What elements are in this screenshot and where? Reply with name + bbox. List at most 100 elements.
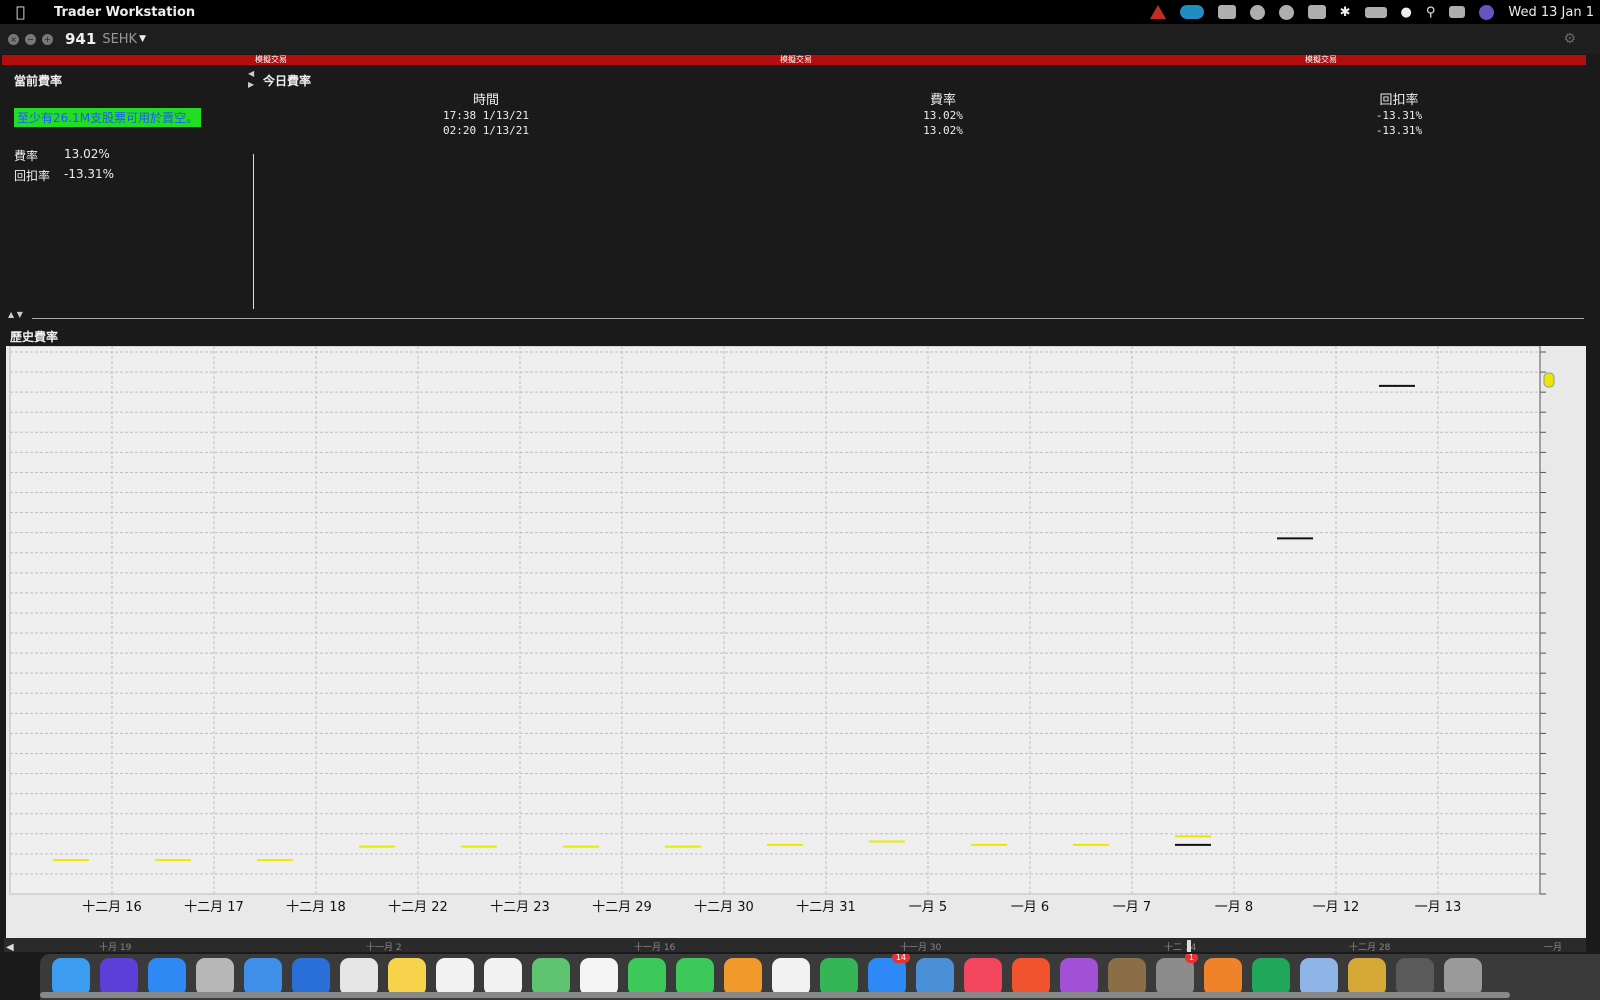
crypto-app-icon[interactable] <box>1204 958 1242 996</box>
x-tick-label: 十二月 31 <box>796 900 856 915</box>
navigator-handle[interactable] <box>1187 940 1191 952</box>
fee-row: 費率 13.02% <box>14 147 110 164</box>
navigator-label: 十一月 16 <box>634 941 676 953</box>
x-tick-label: 一月 8 <box>1215 900 1253 915</box>
screen-app-icon[interactable] <box>1300 958 1338 996</box>
minimize-icon[interactable]: − <box>25 33 36 45</box>
zoom-icon[interactable]: + <box>42 33 53 45</box>
fee-label: 費率 <box>14 149 39 163</box>
app-store-icon[interactable]: 14 <box>868 954 910 996</box>
wifi-icon[interactable]: ● <box>1401 5 1412 20</box>
play-icon[interactable] <box>1278 4 1294 20</box>
sim-label-3: 模擬交易 <box>1305 55 1337 64</box>
x-tick-label: 十二月 23 <box>490 900 550 915</box>
chrome-icon[interactable] <box>340 958 378 996</box>
airdrop-icon[interactable] <box>292 958 330 996</box>
photos-icon[interactable] <box>580 958 618 996</box>
acrobat-icon[interactable] <box>772 958 810 996</box>
plot-area <box>9 345 1541 895</box>
menu-bar:  Trader Workstation ✱ ● ⚲ Wed 13 Jan 1 <box>0 0 1600 24</box>
panel-toggle-arrows[interactable]: ◀ ▶ <box>248 68 254 90</box>
chevron-down-icon[interactable]: ▼ <box>139 34 146 44</box>
panel-divider[interactable] <box>253 154 254 309</box>
battery-icon[interactable] <box>1364 6 1387 18</box>
navigator-label: 十二 14 <box>1164 941 1197 953</box>
x-tick-label: 一月 12 <box>1313 900 1360 915</box>
chart-navigator[interactable]: 十月 19 十一月 2 十一月 16 十一月 30 十二 14 十二月 28 一月 ◀ <box>4 938 1586 953</box>
x-tick-label: 一月 7 <box>1113 900 1151 915</box>
bluetooth-icon[interactable]: ✱ <box>1340 5 1351 20</box>
splitter-arrows[interactable]: ▲ ▼ <box>8 310 23 319</box>
system-preferences-icon[interactable]: 1 <box>1156 954 1198 996</box>
x-tick-label: 十二月 22 <box>388 900 448 915</box>
notes-icon[interactable] <box>388 958 426 996</box>
gear-icon[interactable]: ⚙ <box>1563 31 1576 47</box>
app-name-menu[interactable]: Trader Workstation <box>54 5 195 20</box>
evernote-icon[interactable] <box>1252 958 1290 996</box>
reminders-icon[interactable] <box>484 958 522 996</box>
maps-icon[interactable] <box>532 958 570 996</box>
navigator-label: 十二月 28 <box>1349 941 1391 953</box>
rebate-cell: -13.31% <box>1375 109 1423 122</box>
notification-badge: 1 <box>1184 954 1198 963</box>
search-icon[interactable]: ⚲ <box>1426 5 1436 20</box>
sim-label-1: 模擬交易 <box>255 55 287 64</box>
keynote-icon[interactable] <box>724 958 762 996</box>
rebate-header[interactable]: 回扣率 <box>1319 89 1479 108</box>
music-icon[interactable] <box>964 958 1002 996</box>
x-tick-label: 一月 13 <box>1415 900 1462 915</box>
record-icon[interactable] <box>1217 5 1236 19</box>
apple-icon[interactable]:  <box>16 3 44 21</box>
panel-splitter[interactable] <box>32 318 1584 319</box>
x-tick-label: 十二月 16 <box>82 900 142 915</box>
x-tick-label: 十二月 18 <box>286 900 346 915</box>
current-value-marker <box>1543 372 1555 388</box>
finder-icon[interactable] <box>52 958 90 996</box>
messages-icon[interactable] <box>676 958 714 996</box>
navigator-label: 十一月 30 <box>900 941 942 953</box>
navigator-label: 十一月 2 <box>366 941 402 953</box>
exchange-label[interactable]: SEHK <box>102 32 137 47</box>
window-icon[interactable] <box>1396 958 1434 996</box>
history-chart-svg[interactable]: 十二月 16 十二月 17 十二月 18 十二月 22 十二月 23 十二月 29 十二月 … <box>6 345 1586 938</box>
history-chart[interactable]: 十二月 16 十二月 17 十二月 18 十二月 22 十二月 23 十二月 29 十二月 … <box>6 345 1586 938</box>
podcasts-icon[interactable] <box>1060 958 1098 996</box>
coins-icon[interactable] <box>1348 958 1386 996</box>
symbol-label[interactable]: 941 <box>65 30 96 48</box>
facetime-icon[interactable] <box>628 958 666 996</box>
time-cell: 17:38 1/13/21 <box>442 109 530 122</box>
safari-icon[interactable] <box>148 958 186 996</box>
launchpad-icon[interactable] <box>196 958 234 996</box>
siri-icon[interactable] <box>100 958 138 996</box>
calendar-icon[interactable] <box>436 958 474 996</box>
utility-icon[interactable] <box>1108 958 1146 996</box>
rebate-row: 回扣率 -13.31% <box>14 167 114 184</box>
current-rate-title: 當前費率 <box>14 74 63 88</box>
fee-header[interactable]: 費率 <box>863 89 1023 108</box>
shazam-icon[interactable] <box>1249 4 1265 20</box>
numbers-icon[interactable] <box>820 958 858 996</box>
mail-icon[interactable] <box>244 958 282 996</box>
menu-clock[interactable]: Wed 13 Jan 1 <box>1508 5 1594 20</box>
dock-scrollbar <box>40 992 1510 998</box>
rebate-cell: -13.31% <box>1375 124 1423 137</box>
vpn-icon[interactable] <box>1179 5 1204 19</box>
notification-badge: 14 <box>891 954 910 963</box>
x-tick-label: 十二月 30 <box>694 900 754 915</box>
rebate-value: -13.31% <box>64 167 115 181</box>
control-center-icon[interactable] <box>1449 6 1466 18</box>
brave-icon[interactable] <box>1012 958 1050 996</box>
time-header[interactable]: 時間 <box>406 89 566 108</box>
siri-icon[interactable] <box>1479 4 1495 20</box>
simulated-trading-bar: 模擬交易 模擬交易 模擬交易 <box>2 55 1586 65</box>
navigator-left-arrow-icon[interactable]: ◀ <box>6 942 14 953</box>
warning-icon[interactable] <box>1149 5 1166 19</box>
rebate-column: 回扣率 -13.31% -13.31% <box>1319 89 1479 138</box>
trash-icon[interactable] <box>1444 958 1482 996</box>
navigator-svg[interactable]: 十月 19 十一月 2 十一月 16 十一月 30 十二 14 十二月 28 一月 ◀ <box>4 939 1586 953</box>
x-tick-label: 十二月 17 <box>184 900 244 915</box>
preview-icon[interactable] <box>916 958 954 996</box>
clipboard-icon[interactable] <box>1307 5 1326 19</box>
close-icon[interactable]: × <box>8 33 19 45</box>
status-icons: ✱ ● ⚲ Wed 13 Jan 1 <box>1149 4 1600 20</box>
